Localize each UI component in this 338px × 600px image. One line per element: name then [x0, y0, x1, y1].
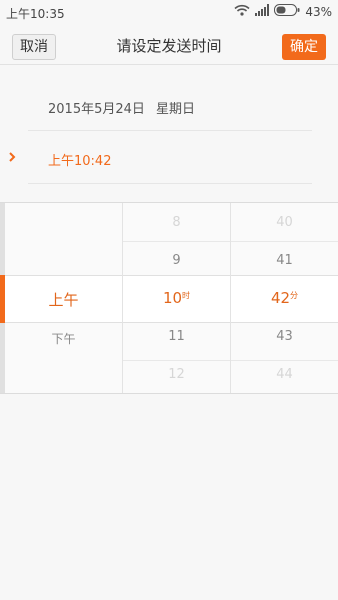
status-time: 上午10:35 — [6, 7, 65, 21]
hour-unit: 时 — [182, 291, 191, 300]
minute-selected-value: 42 — [270, 289, 291, 307]
ampm-option[interactable]: 下午 — [5, 330, 122, 347]
hour-option[interactable]: 12 — [123, 367, 230, 382]
time-value: 上午10:42 — [48, 154, 112, 169]
time-picker[interactable]: 上午 下午 8 9 10时 11 12 40 41 42分 43 44 — [0, 202, 338, 394]
header: 取消 请设定发送时间 确定 — [0, 24, 338, 65]
signal-icon — [255, 4, 270, 19]
minute-selected[interactable]: 42分 — [231, 289, 338, 307]
hour-selected-value: 10 — [162, 289, 183, 307]
ampm-selected[interactable]: 上午 — [5, 289, 122, 310]
hour-selected[interactable]: 10时 — [123, 289, 230, 307]
minute-unit: 分 — [290, 291, 299, 300]
confirm-button[interactable]: 确定 — [282, 34, 326, 60]
hour-option[interactable]: 9 — [123, 253, 230, 268]
minute-option[interactable]: 40 — [231, 215, 338, 230]
time-row[interactable]: 上午10:42 — [28, 131, 312, 184]
chevron-right-icon — [8, 149, 18, 163]
battery-icon — [274, 4, 300, 19]
battery-percent: 43% — [305, 4, 332, 19]
hour-option[interactable]: 8 — [123, 215, 230, 230]
weekday-value: 星期日 — [156, 102, 196, 117]
wifi-icon — [234, 4, 250, 19]
status-bar: 上午10:35 43% — [0, 0, 338, 24]
status-icons: 43% — [234, 4, 332, 19]
minute-option[interactable]: 43 — [231, 329, 338, 344]
minute-option[interactable]: 41 — [231, 253, 338, 268]
date-row[interactable]: 2015年5月24日 星期日 — [28, 80, 312, 131]
date-value: 2015年5月24日 — [48, 102, 145, 117]
hour-option[interactable]: 11 — [123, 329, 230, 344]
minute-option[interactable]: 44 — [231, 367, 338, 382]
